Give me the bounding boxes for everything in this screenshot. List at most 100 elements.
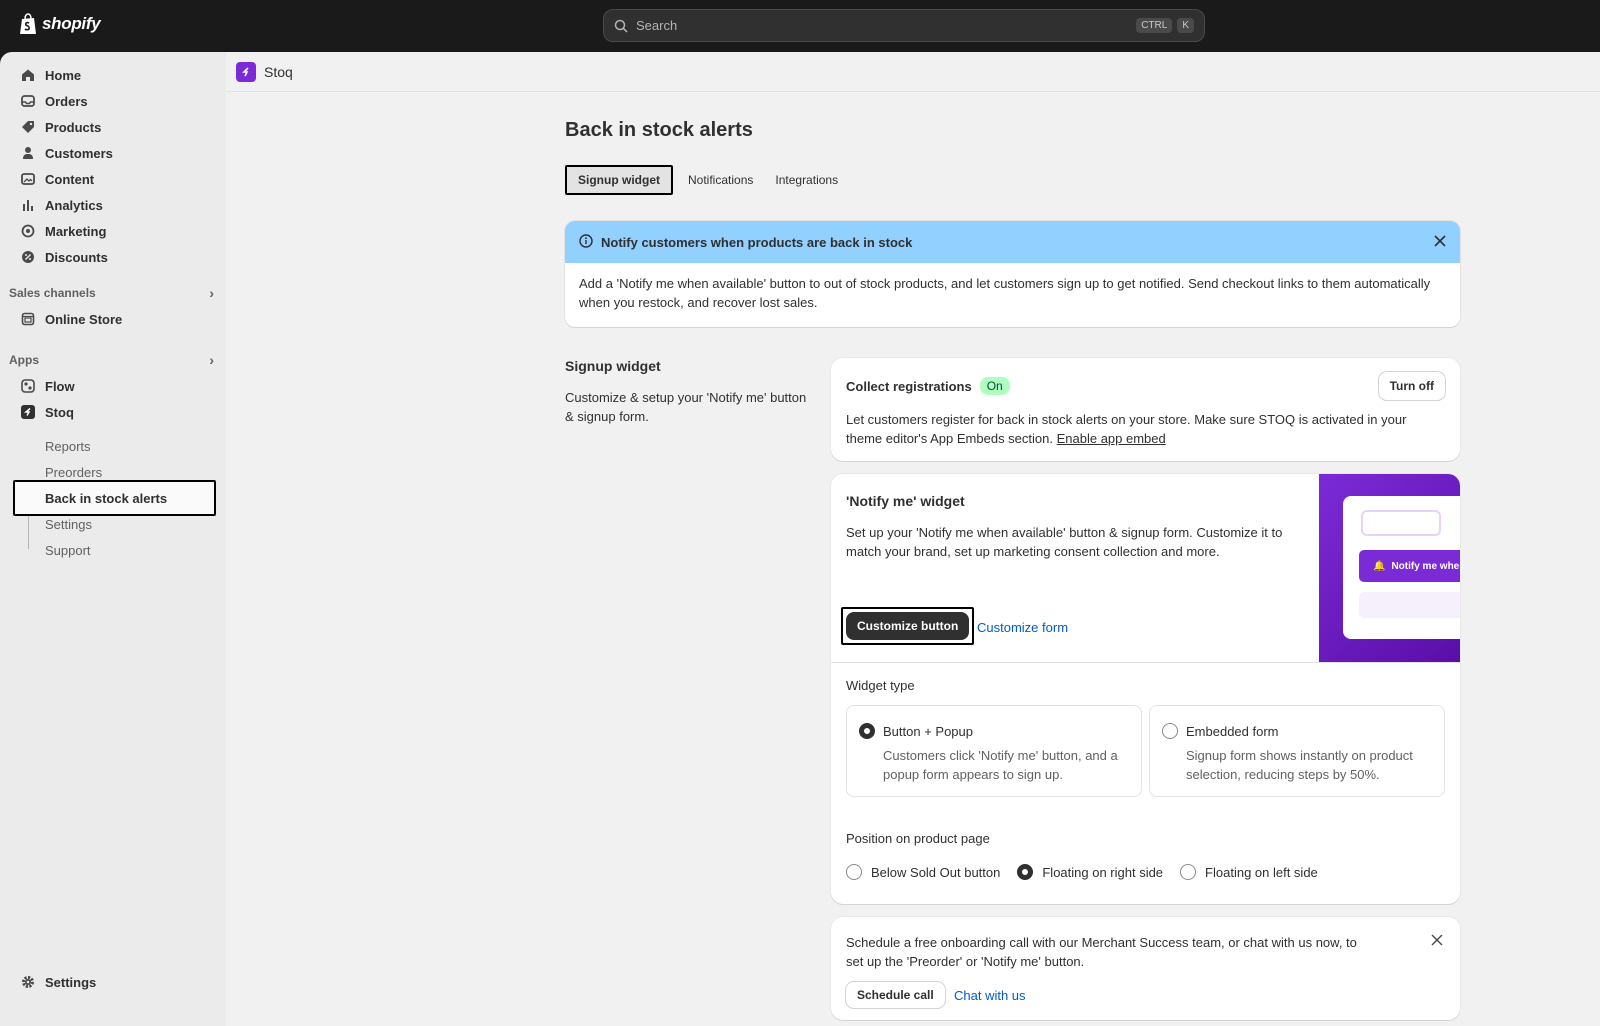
sidebar-item-label: Discounts — [45, 249, 108, 265]
sidebar-subitem-settings[interactable]: Settings — [45, 517, 92, 532]
search-icon — [614, 19, 628, 33]
sidebar-item-content[interactable]: Content — [10, 166, 214, 192]
info-banner: Notify customers when products are back … — [565, 221, 1460, 327]
sidebar-item-label: Home — [45, 67, 82, 83]
radio-button-popup[interactable] — [859, 723, 875, 739]
search-input[interactable]: Search CTRL K — [603, 9, 1205, 42]
tab-notifications[interactable]: Notifications — [677, 167, 764, 193]
position-options: Below Sold Out button Floating on right … — [846, 864, 1318, 880]
status-badge: On — [979, 377, 1010, 395]
search-placeholder: Search — [636, 18, 678, 33]
preview-notify-button: 🔔 Notify me when — [1359, 550, 1460, 582]
tab-integrations[interactable]: Integrations — [764, 167, 849, 193]
brand-name: shopify — [42, 14, 101, 33]
divider — [831, 662, 1460, 663]
position-label: Position on product page — [846, 831, 990, 846]
shopify-logo[interactable]: shopify — [18, 13, 101, 35]
turn-off-button[interactable]: Turn off — [1378, 372, 1445, 400]
app-header: Stoq — [226, 52, 1600, 92]
banner-title: Notify customers when products are back … — [601, 234, 913, 250]
onboarding-card: Schedule a free onboarding call with our… — [831, 917, 1460, 1020]
inbox-icon — [20, 93, 36, 109]
sidebar-item-label: Orders — [45, 93, 88, 109]
home-icon — [20, 67, 36, 83]
radio-floating-right[interactable] — [1017, 864, 1034, 880]
radio-embedded-form[interactable] — [1162, 723, 1178, 739]
option-title: Embedded form — [1186, 724, 1279, 739]
person-icon — [20, 145, 36, 161]
option-title: Button + Popup — [883, 724, 973, 739]
position-option-label[interactable]: Floating on right side — [1042, 865, 1163, 880]
collect-title: Collect registrations — [846, 378, 972, 394]
option-embedded-form[interactable]: Embedded form Signup form shows instantl… — [1149, 705, 1445, 797]
option-description: Signup form shows instantly on product s… — [1186, 748, 1413, 782]
sidebar-subitem-back-in-stock-alerts[interactable]: Back in stock alerts — [13, 480, 216, 516]
preview-field — [1361, 510, 1441, 536]
sidebar-subitem-preorders[interactable]: Preorders — [45, 465, 102, 480]
widget-description: Set up your 'Notify me when available' b… — [846, 525, 1283, 559]
sidebar-item-label: Customers — [45, 145, 113, 161]
customize-form-link[interactable]: Customize form — [977, 620, 1068, 635]
sidebar-item-analytics[interactable]: Analytics — [10, 192, 214, 218]
chevron-right-icon: › — [209, 285, 214, 301]
shopify-bag-icon — [20, 13, 36, 34]
radio-floating-left[interactable] — [1180, 864, 1197, 880]
radio-below-sold-out[interactable] — [846, 864, 862, 880]
chat-with-us-link[interactable]: Chat with us — [954, 988, 1026, 1003]
bar-chart-icon — [20, 197, 36, 213]
page-title: Back in stock alerts — [565, 119, 753, 141]
position-option-label[interactable]: Below Sold Out button — [871, 865, 1000, 880]
onboarding-text: Schedule a free onboarding call with our… — [846, 935, 1357, 969]
preview-form: 🔔 Notify me when — [1343, 496, 1460, 639]
sales-channels-header[interactable]: Sales channels › — [9, 285, 214, 301]
close-icon[interactable] — [1434, 234, 1446, 250]
stoq-app-icon — [20, 404, 36, 420]
widget-preview: 🔔 Notify me when — [1319, 474, 1460, 662]
schedule-call-button[interactable]: Schedule call — [846, 982, 945, 1008]
sidebar-item-orders[interactable]: Orders — [10, 88, 214, 114]
sidebar-item-settings[interactable]: Settings — [10, 969, 214, 995]
app-name[interactable]: Stoq — [264, 64, 293, 80]
sidebar-item-marketing[interactable]: Marketing — [10, 218, 214, 244]
sidebar-item-flow[interactable]: Flow — [10, 373, 214, 399]
enable-app-embed-link[interactable]: Enable app embed — [1057, 431, 1166, 446]
shortcut-k: K — [1177, 18, 1194, 33]
sidebar: Home Orders Products Customers Content A… — [0, 52, 226, 1026]
sidebar-item-online-store[interactable]: Online Store — [10, 306, 214, 332]
collect-description: Let customers register for back in stock… — [846, 410, 1426, 448]
bell-icon: 🔔 — [1373, 560, 1386, 572]
apps-header[interactable]: Apps › — [9, 352, 214, 368]
shortcut-ctrl: CTRL — [1136, 18, 1173, 33]
sidebar-item-label: Marketing — [45, 223, 107, 239]
banner-header: Notify customers when products are back … — [565, 221, 1460, 263]
sidebar-item-discounts[interactable]: Discounts — [10, 244, 214, 270]
flow-icon — [20, 378, 36, 394]
sidebar-item-home[interactable]: Home — [10, 62, 214, 88]
collect-registrations-card: Collect registrations On Turn off Let cu… — [831, 358, 1460, 461]
position-option-label[interactable]: Floating on left side — [1205, 865, 1318, 880]
sidebar-item-products[interactable]: Products — [10, 114, 214, 140]
sidebar-item-customers[interactable]: Customers — [10, 140, 214, 166]
sidebar-subitem-support[interactable]: Support — [45, 543, 91, 558]
option-button-popup[interactable]: Button + Popup Customers click 'Notify m… — [846, 705, 1142, 797]
section-title: Signup widget — [565, 358, 661, 374]
sidebar-item-label: Online Store — [45, 311, 123, 327]
sidebar-item-label: Settings — [45, 974, 97, 990]
top-bar: shopify Search CTRL K — [0, 0, 1600, 52]
sales-channels-label: Sales channels — [9, 286, 96, 300]
sidebar-subitem-label: Back in stock alerts — [45, 491, 168, 506]
tab-signup-widget[interactable]: Signup widget — [565, 165, 673, 195]
stoq-app-icon[interactable] — [236, 61, 256, 82]
store-icon — [20, 311, 36, 327]
apps-label: Apps — [9, 353, 39, 367]
tab-bar: Signup widget Notifications Integrations — [565, 165, 849, 195]
customize-button[interactable]: Customize button — [846, 612, 970, 640]
notify-widget-card: 'Notify me' widget Set up your 'Notify m… — [831, 474, 1460, 904]
sidebar-subitem-reports[interactable]: Reports — [45, 439, 91, 454]
section-description: Customize & setup your 'Notify me' butto… — [565, 390, 807, 424]
sidebar-item-label: Analytics — [45, 197, 103, 213]
customize-button-focus: Customize button — [841, 607, 975, 645]
sidebar-item-stoq[interactable]: Stoq — [10, 399, 214, 425]
widget-title: 'Notify me' widget — [846, 493, 965, 509]
close-icon[interactable] — [1431, 934, 1443, 949]
